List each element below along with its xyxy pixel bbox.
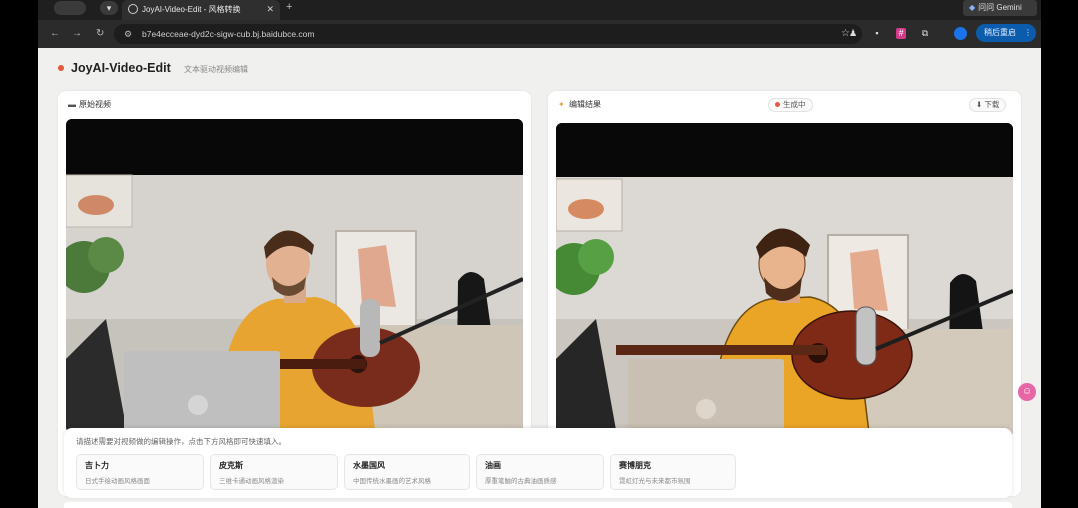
reload-icon[interactable]: ↻	[96, 28, 104, 40]
brand-dot	[58, 65, 64, 71]
browser-toolbar: ← → ↻ ⚙ b7e4ecceae-dyd2c-sigw-cub.bj.bai…	[38, 20, 1041, 48]
prompt-panel: 请描述需要对视频做的编辑操作，点击下方风格即可快速填入。 吉卜力 日式手绘动画风…	[64, 428, 1012, 498]
preset-title: 水墨国风	[353, 461, 385, 470]
tab-group-button[interactable]	[54, 1, 86, 15]
browser-window: ▾ JoyAI-Video-Edit - 风格转换 ✕ + ◆ 问问 Gemini…	[38, 0, 1041, 508]
result-video-player[interactable]	[556, 123, 1013, 437]
preset-card[interactable]: 油画 厚重笔触的古典油画质感	[476, 454, 604, 490]
tab-title: JoyAI-Video-Edit - 风格转换	[142, 5, 241, 14]
back-arrow-icon[interactable]: ←	[50, 28, 60, 40]
download-button[interactable]: ⬇ 下载	[969, 98, 1007, 112]
update-button[interactable]: 稍后重启 ⋮	[976, 24, 1036, 42]
site-info-icon[interactable]: ⚙	[124, 24, 132, 44]
preset-desc: 三维卡通动画风格渲染	[219, 478, 284, 485]
app-page: JoyAI-Video-Edit 文本驱动视频编辑 ▬ 原始视频 ✦ 编辑结果 …	[38, 48, 1041, 508]
preset-title: 皮克斯	[219, 461, 243, 470]
active-tab[interactable]: JoyAI-Video-Edit - 风格转换 ✕	[122, 0, 280, 20]
tab-strip: ▾ JoyAI-Video-Edit - 风格转换 ✕ + ◆ 问问 Gemini	[38, 0, 1041, 20]
puzzle-icon[interactable]: ⧉	[920, 28, 930, 39]
status-badge: 生成中	[768, 98, 813, 112]
preset-desc: 中国传统水墨画的艺术风格	[353, 478, 431, 485]
extension-pink-icon[interactable]: #	[896, 28, 906, 39]
preset-title: 油画	[485, 461, 501, 470]
result-video-frame	[556, 123, 1013, 437]
status-dot	[775, 102, 780, 107]
next-section-edge	[64, 502, 1012, 508]
app-subtitle: 文本驱动视频编辑	[184, 65, 248, 74]
prompt-input[interactable]: 请描述需要对视频做的编辑操作，点击下方风格即可快速填入。	[76, 436, 286, 447]
profile-avatar[interactable]	[954, 27, 967, 40]
url-text: b7e4ecceae-dyd2c-sigw-cub.bj.baidubce.co…	[142, 29, 315, 39]
update-label: 稍后重启	[984, 28, 1016, 37]
person-icon[interactable]: ♟	[848, 28, 858, 39]
chevron-down-icon: ▾	[106, 3, 112, 13]
preset-title: 吉卜力	[85, 461, 109, 470]
sparkle-icon: ✦	[558, 100, 565, 109]
address-bar[interactable]: ⚙ b7e4ecceae-dyd2c-sigw-cub.bj.baidubce.…	[114, 24, 862, 44]
result-card-header: ✦ 编辑结果	[558, 99, 601, 110]
app-title: JoyAI-Video-Edit	[71, 61, 171, 75]
source-card-header: ▬ 原始视频	[68, 99, 111, 110]
preset-card[interactable]: 水墨国风 中国传统水墨画的艺术风格	[344, 454, 470, 490]
preset-card[interactable]: 赛博朋克 霓虹灯光与未来都市氛围	[610, 454, 736, 490]
new-tab-button[interactable]: +	[286, 1, 292, 13]
gemini-label: 问问 Gemini	[978, 3, 1022, 12]
preset-desc: 霓虹灯光与未来都市氛围	[619, 478, 691, 485]
assistant-icon: ☺	[1021, 386, 1033, 397]
preset-desc: 日式手绘动画风格画面	[85, 478, 150, 485]
preset-desc: 厚重笔触的古典油画质感	[485, 478, 557, 485]
preset-card[interactable]: 吉卜力 日式手绘动画风格画面	[76, 454, 204, 490]
more-vert-icon[interactable]: ⋮	[1024, 24, 1032, 42]
gemini-button[interactable]: ◆ 问问 Gemini	[963, 0, 1037, 16]
screen: ▾ JoyAI-Video-Edit - 风格转换 ✕ + ◆ 问问 Gemini…	[0, 0, 1078, 508]
floating-assistant-button[interactable]: ☺	[1018, 383, 1036, 401]
source-video-frame	[66, 119, 523, 433]
globe-icon	[128, 4, 138, 14]
result-card-title: 编辑结果	[569, 100, 601, 109]
status-text: 生成中	[783, 100, 806, 109]
source-card-title: 原始视频	[79, 100, 111, 109]
tab-search-button[interactable]: ▾	[100, 1, 118, 15]
source-video-player[interactable]	[66, 119, 523, 433]
video-icon: ▬	[68, 100, 76, 109]
sparkle-icon: ◆	[969, 3, 976, 12]
download-label: 下载	[984, 100, 1000, 109]
download-icon: ⬇	[976, 100, 983, 109]
close-tab-icon[interactable]: ✕	[266, 3, 274, 15]
preset-card[interactable]: 皮克斯 三维卡通动画风格渲染	[210, 454, 338, 490]
preset-title: 赛博朋克	[619, 461, 651, 470]
forward-arrow-icon[interactable]: →	[72, 28, 82, 40]
bookmark-extension-icon[interactable]: ▪	[872, 28, 882, 39]
